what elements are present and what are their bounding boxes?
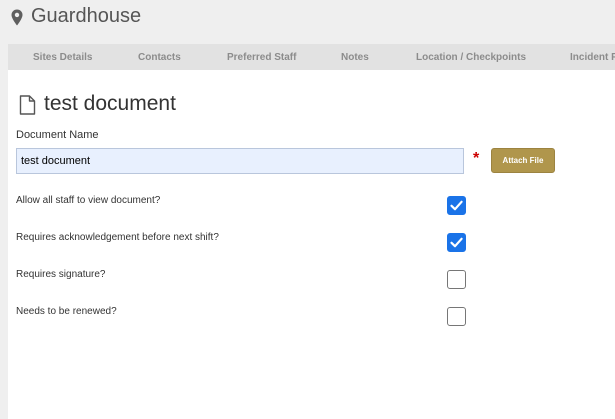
tab-contacts[interactable]: Contacts <box>138 52 181 63</box>
check-icon <box>450 237 463 248</box>
tab-preferred-staff[interactable]: Preferred Staff <box>227 52 296 63</box>
attach-file-button[interactable]: Attach File <box>491 148 555 173</box>
map-pin-icon <box>11 9 23 26</box>
checkbox-requires-signature[interactable] <box>447 270 466 289</box>
site-header: Guardhouse <box>0 0 615 42</box>
app-window: Guardhouse Sites Details Contacts Prefer… <box>0 0 615 419</box>
tab-sites-details[interactable]: Sites Details <box>33 52 92 63</box>
document-form-panel: test document Document Name * Attach Fil… <box>8 70 615 419</box>
document-icon <box>19 95 36 115</box>
check-icon <box>450 200 463 211</box>
option-label-needs-renewal: Needs to be renewed? <box>16 306 117 317</box>
required-indicator: * <box>473 150 480 167</box>
document-title: test document <box>44 92 176 115</box>
checkbox-allow-all-staff[interactable] <box>447 196 466 215</box>
document-name-input[interactable] <box>16 148 464 174</box>
checkbox-needs-renewal[interactable] <box>447 307 466 326</box>
tab-bar: Sites Details Contacts Preferred Staff N… <box>8 44 615 70</box>
tab-location-checkpoints[interactable]: Location / Checkpoints <box>416 52 526 63</box>
option-label-allow-all-staff: Allow all staff to view document? <box>16 195 161 206</box>
site-title: Guardhouse <box>31 5 142 27</box>
option-label-requires-signature: Requires signature? <box>16 269 106 280</box>
tab-incident-reports[interactable]: Incident R <box>570 52 615 63</box>
tab-notes[interactable]: Notes <box>341 52 369 63</box>
document-name-label: Document Name <box>16 129 99 141</box>
checkbox-requires-acknowledgement[interactable] <box>447 233 466 252</box>
option-label-requires-acknowledgement: Requires acknowledgement before next shi… <box>16 232 219 243</box>
